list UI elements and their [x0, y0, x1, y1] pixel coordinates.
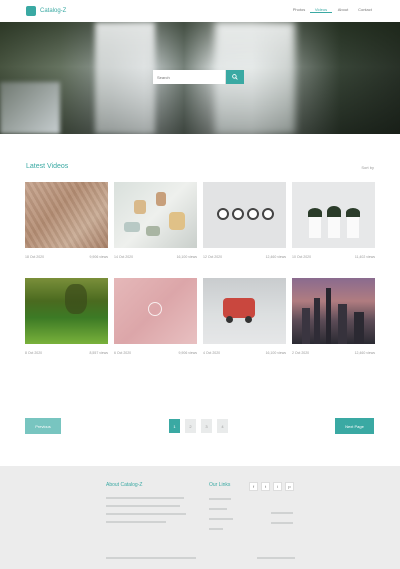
logo-icon	[26, 6, 36, 16]
nav-item-videos[interactable]: Videos	[310, 7, 332, 13]
video-meta: 10 Oct 2020 11,402 views	[292, 255, 375, 259]
footer-link[interactable]	[209, 508, 227, 510]
logo-text: Catalog-Z	[40, 8, 67, 14]
video-card[interactable]: 14 Oct 2020 16,100 views	[114, 182, 197, 259]
video-views: 12,460 views	[354, 351, 375, 355]
social-links: f t i p	[249, 482, 294, 491]
page-link[interactable]: 1	[169, 419, 180, 433]
main-nav: Photos Videos About Contact	[288, 7, 376, 13]
video-date: 12 Oct 2020	[203, 255, 223, 259]
site-header: Catalog-Z Photos Videos About Contact	[0, 0, 400, 22]
video-thumbnail[interactable]	[203, 182, 286, 248]
next-page-button[interactable]: Next Page	[335, 418, 374, 434]
instagram-icon[interactable]: i	[273, 482, 282, 491]
video-card[interactable]: 10 Oct 2020 11,402 views	[292, 182, 375, 259]
hero-rock	[0, 82, 60, 134]
nav-item-photos[interactable]: Photos	[288, 7, 310, 13]
video-meta: 14 Oct 2020 16,100 views	[114, 255, 197, 259]
video-views: 12,460 views	[265, 255, 286, 259]
video-date: 18 Oct 2020	[25, 255, 45, 259]
page-link[interactable]: 3	[201, 419, 212, 433]
facebook-icon[interactable]: f	[249, 482, 258, 491]
video-views: 8,557 views	[89, 351, 108, 355]
video-date: 4 Oct 2020	[203, 351, 221, 355]
search-button[interactable]	[226, 70, 244, 84]
footer-links-title: Our Links	[209, 482, 231, 488]
video-thumbnail[interactable]	[203, 278, 286, 344]
search-icon	[232, 74, 238, 80]
pinterest-icon[interactable]: p	[285, 482, 294, 491]
video-card[interactable]: 4 Oct 2020 16,100 views	[203, 278, 286, 355]
twitter-icon[interactable]: t	[261, 482, 270, 491]
footer-links-col	[271, 512, 293, 532]
video-date: 8 Oct 2020	[25, 351, 43, 355]
nav-item-about[interactable]: About	[332, 7, 354, 13]
video-views: 9,906 views	[178, 351, 197, 355]
video-thumbnail[interactable]	[114, 182, 197, 248]
video-card[interactable]: 6 Oct 2020 9,906 views	[114, 278, 197, 355]
video-date: 10 Oct 2020	[292, 255, 312, 259]
footer-copyright	[106, 557, 196, 559]
hero-waterfall	[95, 22, 155, 134]
site-footer	[0, 466, 400, 569]
footer-link[interactable]	[271, 522, 293, 524]
footer-links-col	[209, 498, 233, 538]
video-thumbnail[interactable]	[25, 182, 108, 248]
previous-button[interactable]: Previous	[25, 418, 61, 434]
video-thumbnail[interactable]	[292, 182, 375, 248]
page-link[interactable]: 2	[185, 419, 196, 433]
video-card[interactable]: 2 Oct 2020 12,460 views	[292, 278, 375, 355]
video-meta: 4 Oct 2020 16,100 views	[203, 351, 286, 355]
footer-link[interactable]	[209, 498, 231, 500]
video-card[interactable]: 8 Oct 2020 8,557 views	[25, 278, 108, 355]
page: Catalog-Z Photos Videos About Contact La…	[0, 0, 400, 569]
video-date: 6 Oct 2020	[114, 351, 132, 355]
footer-about-title: About Catalog-Z	[106, 482, 143, 488]
video-meta: 12 Oct 2020 12,460 views	[203, 255, 286, 259]
footer-link[interactable]	[209, 518, 233, 520]
video-meta: 6 Oct 2020 9,906 views	[114, 351, 197, 355]
video-card[interactable]: 12 Oct 2020 12,460 views	[203, 182, 286, 259]
video-meta: 18 Oct 2020 9,906 views	[25, 255, 108, 259]
footer-about-text	[106, 497, 186, 529]
video-meta: 8 Oct 2020 8,557 views	[25, 351, 108, 355]
video-card[interactable]: 18 Oct 2020 9,906 views	[25, 182, 108, 259]
nav-item-contact[interactable]: Contact	[354, 7, 376, 13]
footer-link[interactable]	[209, 528, 223, 530]
page-link[interactable]: 4	[217, 419, 228, 433]
video-views: 11,402 views	[354, 255, 375, 259]
logo[interactable]: Catalog-Z	[26, 6, 66, 16]
video-views: 16,100 views	[265, 351, 286, 355]
sort-dropdown[interactable]: Sort by	[361, 165, 374, 170]
video-thumbnail[interactable]	[25, 278, 108, 344]
video-meta: 2 Oct 2020 12,460 views	[292, 351, 375, 355]
pagination: 1 2 3 4	[169, 419, 228, 433]
video-views: 16,100 views	[176, 255, 197, 259]
video-thumbnail[interactable]	[114, 278, 197, 344]
section-title: Latest Videos	[26, 163, 69, 170]
search-input[interactable]	[153, 70, 225, 84]
footer-credit	[257, 557, 295, 559]
footer-link[interactable]	[271, 512, 293, 514]
video-thumbnail[interactable]	[292, 278, 375, 344]
video-views: 9,906 views	[89, 255, 108, 259]
video-date: 14 Oct 2020	[114, 255, 134, 259]
video-date: 2 Oct 2020	[292, 351, 310, 355]
